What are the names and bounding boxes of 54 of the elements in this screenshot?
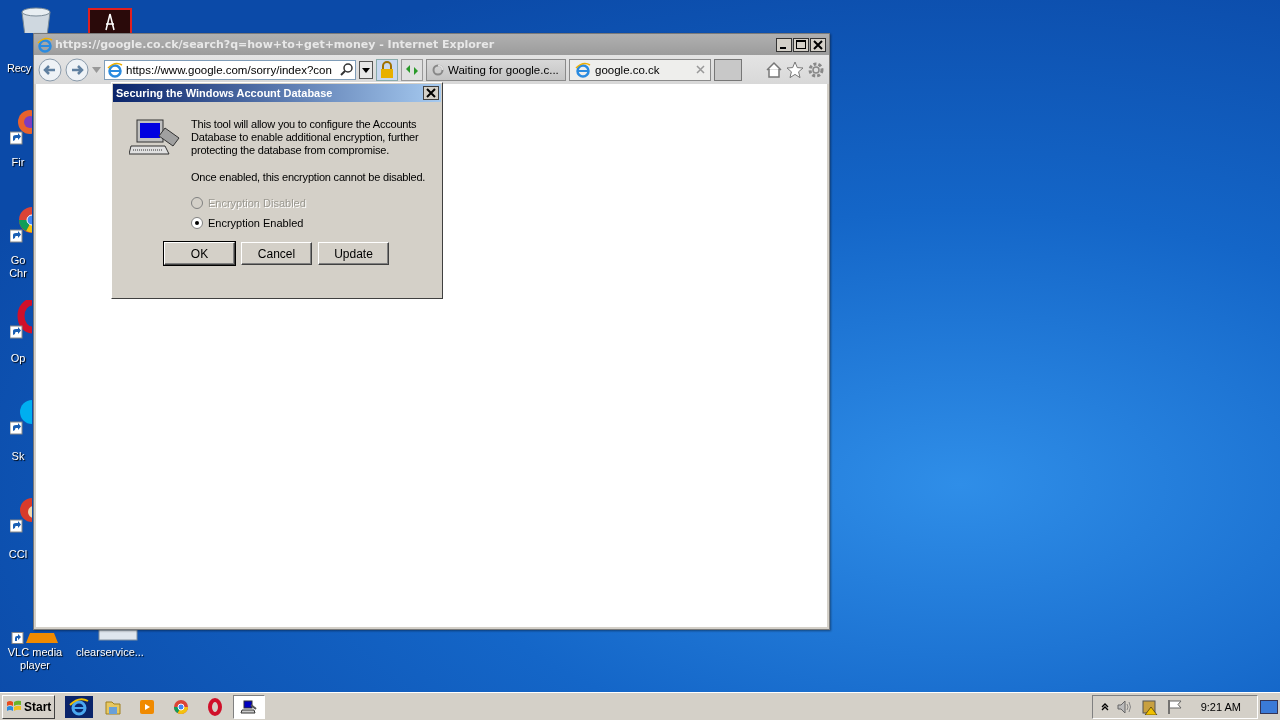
browser-tab[interactable]: Waiting for google.c... bbox=[426, 58, 566, 81]
desktop-icon-label[interactable]: CCl bbox=[4, 548, 32, 561]
computer-padlock-icon bbox=[129, 118, 181, 158]
clock[interactable]: 9:21 AM bbox=[1200, 700, 1241, 713]
window-title: https://google.co.ck/search?q=how+to+get+money - Internet Explorer bbox=[55, 38, 496, 51]
radio-option[interactable]: Encryption Enabled bbox=[191, 217, 427, 229]
browser-logo-icon bbox=[107, 61, 123, 78]
dialog-button[interactable]: OK bbox=[164, 242, 235, 265]
desktop-icon-label[interactable]: Sk bbox=[4, 450, 32, 463]
star-icon[interactable] bbox=[786, 60, 804, 79]
settings-icon[interactable] bbox=[807, 60, 825, 79]
dialog-message: This tool will allow you to configure the Accounts Database to enable additional encryption, further protecting the database from compromise. bbox=[191, 118, 420, 157]
app-icon[interactable] bbox=[88, 8, 132, 33]
minimize-icon[interactable] bbox=[776, 37, 792, 52]
back-icon[interactable] bbox=[38, 57, 62, 82]
browser-logo-icon bbox=[575, 61, 591, 78]
address-field[interactable]: https://www.google.com/sorry/index?con bbox=[104, 59, 356, 80]
network-warning-icon[interactable] bbox=[1140, 698, 1159, 715]
browser-logo-icon bbox=[65, 695, 94, 718]
dropdown-icon[interactable] bbox=[359, 60, 373, 79]
refresh-icon[interactable] bbox=[401, 58, 423, 81]
desktop-icon-label[interactable]: Op bbox=[4, 352, 32, 365]
desktop-icon-label[interactable]: Go Chr bbox=[4, 254, 32, 280]
close-icon[interactable] bbox=[810, 37, 826, 52]
flag-icon[interactable] bbox=[1166, 698, 1183, 715]
windows-logo-icon bbox=[6, 699, 22, 714]
document-icon[interactable] bbox=[98, 628, 138, 642]
desktop-icon-label[interactable]: Recy bbox=[4, 62, 32, 75]
forward-icon[interactable] bbox=[65, 57, 89, 82]
chevron-up-icon[interactable] bbox=[1100, 702, 1109, 711]
maximize-icon[interactable] bbox=[793, 37, 809, 52]
dialog-title: Securing the Windows Account Database bbox=[116, 87, 333, 99]
close-icon[interactable] bbox=[423, 86, 439, 100]
browser-logo-icon bbox=[37, 36, 53, 53]
desktop-icon-label[interactable]: Fir bbox=[4, 156, 32, 169]
taskbar-button[interactable] bbox=[63, 694, 96, 719]
dialog-button[interactable]: Cancel bbox=[241, 242, 312, 265]
traffic-cone-icon[interactable] bbox=[10, 632, 58, 644]
browser-tab[interactable]: google.co.ck bbox=[569, 58, 711, 81]
taskbar-button[interactable] bbox=[233, 694, 266, 719]
dialog-message: Once enabled, this encryption cannot be disabled. bbox=[191, 171, 427, 184]
ring-logo-icon[interactable] bbox=[10, 300, 32, 340]
desktop-icon-label[interactable]: clearservice... bbox=[72, 646, 148, 659]
new-tab-button[interactable] bbox=[714, 58, 742, 81]
speaker-icon[interactable] bbox=[1116, 699, 1133, 714]
radio-button-icon[interactable] bbox=[191, 217, 203, 229]
dialog-button[interactable]: Update bbox=[318, 242, 389, 265]
bin-icon[interactable] bbox=[18, 6, 54, 33]
show-desktop-icon[interactable] bbox=[1260, 699, 1278, 714]
spinner-icon bbox=[432, 63, 444, 76]
start-button[interactable]: Start bbox=[2, 694, 56, 719]
search-icon[interactable] bbox=[340, 63, 353, 76]
desktop-icon-label[interactable]: VLC media player bbox=[0, 646, 70, 672]
home-icon[interactable] bbox=[765, 60, 783, 79]
